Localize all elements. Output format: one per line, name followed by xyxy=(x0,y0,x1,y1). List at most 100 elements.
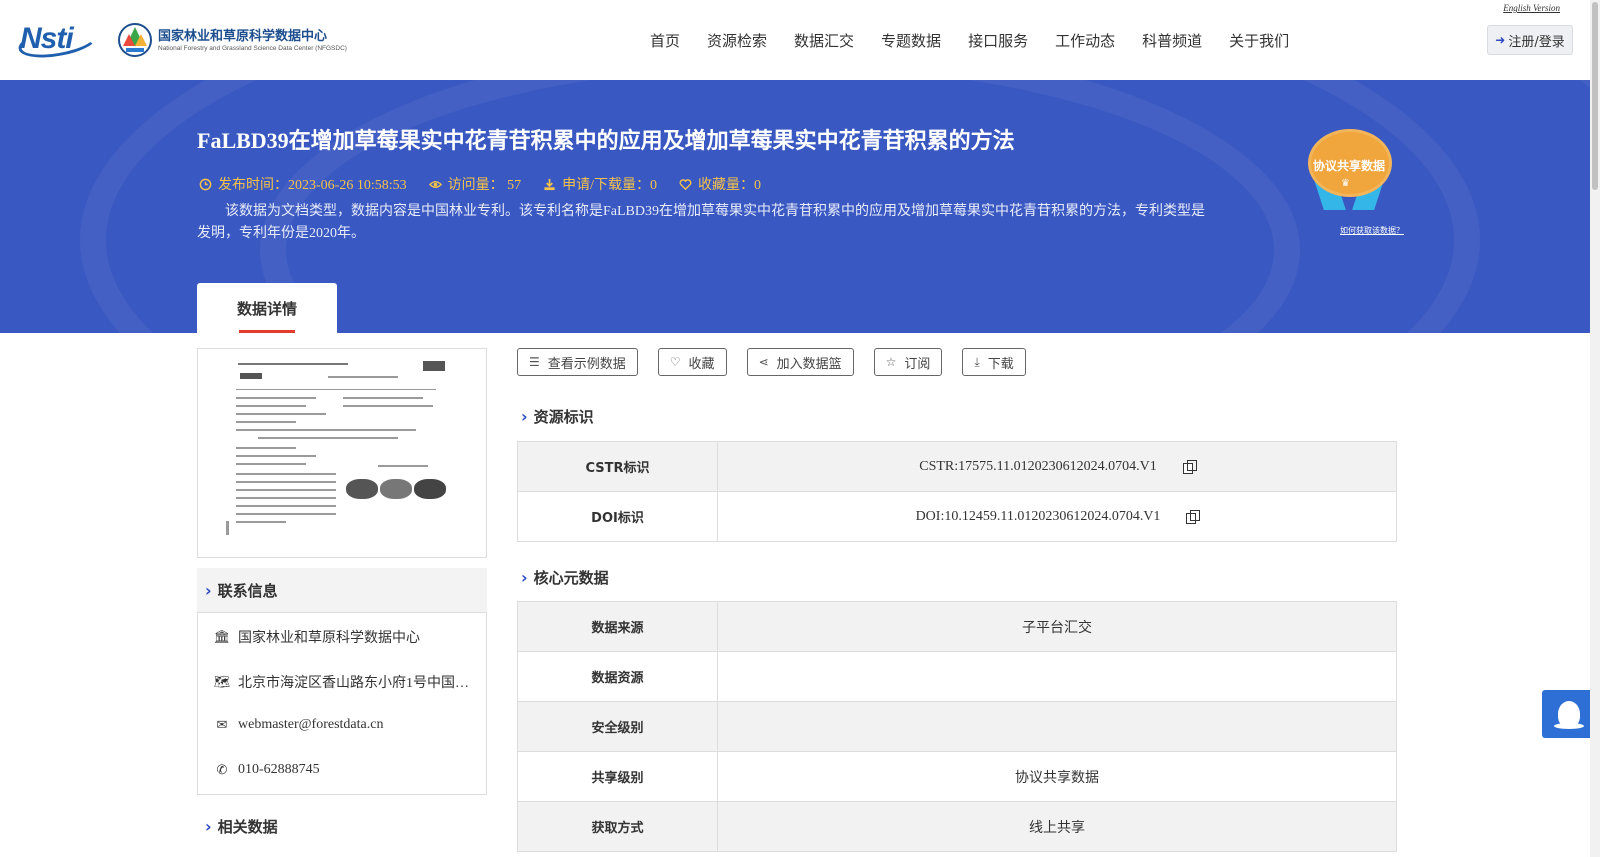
chevron-right-icon: › xyxy=(205,580,212,600)
tab-data-details[interactable]: 数据详情 xyxy=(197,283,337,333)
nfgsdc-logo-cn: 国家林业和草原科学数据中心 xyxy=(158,29,328,44)
doi-value: DOI:10.12459.11.0120230612024.0704.V1 xyxy=(915,508,1161,524)
doc-line xyxy=(328,376,398,378)
subscribe-label: 订阅 xyxy=(904,356,931,372)
doc-line xyxy=(236,513,336,515)
table-value: 线上共享 xyxy=(717,801,1397,852)
table-row: CSTR标识 CSTR:17575.11.0120230612024.0704.… xyxy=(517,441,1397,492)
nsti-logo[interactable]: Nsti xyxy=(16,21,100,63)
copy-icon[interactable] xyxy=(1186,509,1201,524)
doc-line xyxy=(236,455,316,457)
contact-org: 🏛 国家林业和草原科学数据中心 xyxy=(212,627,420,647)
doc-line xyxy=(236,463,306,465)
contact-phone: ✆ 010-62888745 xyxy=(212,762,320,778)
visit-count-text: 访问量： 57 xyxy=(447,178,522,193)
nfgsdc-logo[interactable]: 国家林业和草原科学数据中心 National Forestry and Gras… xyxy=(118,22,347,58)
star-outline-icon: ☆ xyxy=(885,355,897,369)
page-title: FaLBD39在增加草莓果实中花青苷积累中的应用及增加草莓果实中花青苷积累的方法 xyxy=(197,128,1015,153)
download-icon: ⤓ xyxy=(974,354,980,369)
contact-address-text: 北京市海淀区香山路东小府1号中国… xyxy=(238,676,469,691)
login-register-button[interactable]: ➜ 注册/登录 xyxy=(1487,25,1573,55)
table-value: CSTR:17575.11.0120230612024.0704.V1 xyxy=(717,441,1397,492)
dataset-description: 该数据为文档类型，数据内容是中国林业专利。该专利名称是FaLBD39在增加草莓果… xyxy=(197,204,1205,241)
contact-email-text[interactable]: webmaster@forestdata.cn xyxy=(238,717,383,733)
subscribe-button[interactable]: ☆ 订阅 xyxy=(873,348,943,376)
table-key: CSTR标识 xyxy=(517,441,718,492)
view-sample-data-button[interactable]: ☰ 查看示例数据 xyxy=(517,348,638,376)
contact-info-heading: › 联系信息 xyxy=(197,568,487,612)
doc-line xyxy=(236,405,306,407)
contact-phone-text: 010-62888745 xyxy=(238,762,320,777)
patent-document-preview xyxy=(226,361,458,546)
qq-chat-button[interactable] xyxy=(1542,690,1596,738)
publish-time-text: 发布时间：2023-06-26 10:58:53 xyxy=(218,178,407,193)
download-button[interactable]: ⤓ 下载 xyxy=(962,348,1026,376)
doc-line xyxy=(236,489,336,491)
nav-about-us[interactable]: 关于我们 xyxy=(1229,30,1289,51)
document-thumbnail[interactable] xyxy=(197,348,487,558)
download-icon xyxy=(544,178,555,190)
doc-line xyxy=(236,497,336,499)
doc-line xyxy=(236,429,416,431)
nav-topic-data[interactable]: 专题数据 xyxy=(881,30,941,51)
database-icon: ☰ xyxy=(529,355,540,369)
table-key: 数据来源 xyxy=(517,601,718,652)
doc-line xyxy=(236,447,296,449)
related-data-title: 相关数据 xyxy=(217,817,278,836)
tab-data-details-label: 数据详情 xyxy=(236,299,297,318)
contact-info-title: 联系信息 xyxy=(217,581,278,600)
favorite-button[interactable]: ♡ 收藏 xyxy=(657,348,727,376)
core-metadata-heading: › 核心元数据 xyxy=(521,567,609,588)
envelope-icon: ✉ xyxy=(216,717,228,733)
download-label: 下载 xyxy=(987,356,1014,372)
doc-line xyxy=(238,363,348,365)
table-key: 共享级别 xyxy=(517,751,718,802)
nav-resource-search[interactable]: 资源检索 xyxy=(707,30,767,51)
doc-line xyxy=(236,421,296,423)
table-row: 安全级别 xyxy=(517,701,1397,752)
top-header: Nsti 国家林业和草原科学数据中心 National Forestry and… xyxy=(0,0,1600,80)
view-sample-data-label: 查看示例数据 xyxy=(547,356,626,372)
nfgsdc-logo-en: National Forestry and Grassland Science … xyxy=(158,45,347,52)
download-count-text: 申请/下载量：0 xyxy=(562,178,657,193)
doc-line xyxy=(378,465,428,467)
doc-line xyxy=(236,413,326,415)
heart-icon xyxy=(679,178,692,190)
eye-icon xyxy=(428,180,442,188)
doc-barcode xyxy=(423,361,445,371)
dataset-banner: FaLBD39在增加草莓果实中花青苷积累中的应用及增加草莓果实中花青苷积累的方法… xyxy=(0,80,1590,333)
english-version-link[interactable]: English Version xyxy=(1503,3,1560,13)
nav-science-channel[interactable]: 科普频道 xyxy=(1142,30,1202,51)
how-to-get-data-link[interactable]: 如何获取该数据？ xyxy=(1340,225,1404,236)
table-key: 数据资源 xyxy=(517,651,718,702)
nav-home[interactable]: 首页 xyxy=(650,30,680,51)
doc-line xyxy=(236,473,336,475)
doc-margin-mark xyxy=(226,521,229,535)
share-icon: ⋖ xyxy=(758,355,769,369)
page-scrollbar[interactable] xyxy=(1590,0,1600,857)
contact-org-text: 国家林业和草原科学数据中心 xyxy=(238,631,420,646)
visit-count: 访问量： 57 xyxy=(428,174,522,194)
crown-icon: ♛ xyxy=(1341,178,1350,189)
nfgsdc-emblem-icon xyxy=(118,23,152,57)
doc-logo xyxy=(240,373,262,379)
add-to-basket-button[interactable]: ⋖ 加入数据篮 xyxy=(746,348,854,376)
strawberry-photo xyxy=(346,479,378,499)
doc-line xyxy=(258,437,398,439)
nav-data-submission[interactable]: 数据汇交 xyxy=(794,30,854,51)
core-metadata-table: 数据来源 子平台汇交 数据资源 安全级别 共享级别 协议共享数据 获取方式 线上… xyxy=(517,601,1397,852)
table-row: 数据资源 xyxy=(517,651,1397,702)
scrollbar-thumb[interactable] xyxy=(1592,2,1598,190)
doc-line xyxy=(236,481,336,483)
nav-api-service[interactable]: 接口服务 xyxy=(968,30,1028,51)
table-value: 子平台汇交 xyxy=(717,601,1397,652)
nav-work-news[interactable]: 工作动态 xyxy=(1055,30,1115,51)
resource-identifier-heading: › 资源标识 xyxy=(521,406,594,427)
copy-icon[interactable] xyxy=(1182,459,1197,474)
clock-icon xyxy=(199,178,212,190)
publish-time: 发布时间：2023-06-26 10:58:53 xyxy=(199,174,407,194)
qq-penguin-icon xyxy=(1554,701,1584,729)
table-row: 共享级别 协议共享数据 xyxy=(517,751,1397,802)
table-value: 协议共享数据 xyxy=(717,751,1397,802)
contact-card: 🏛 国家林业和草原科学数据中心 🗺 北京市海淀区香山路东小府1号中国… ✉ we… xyxy=(197,612,487,795)
